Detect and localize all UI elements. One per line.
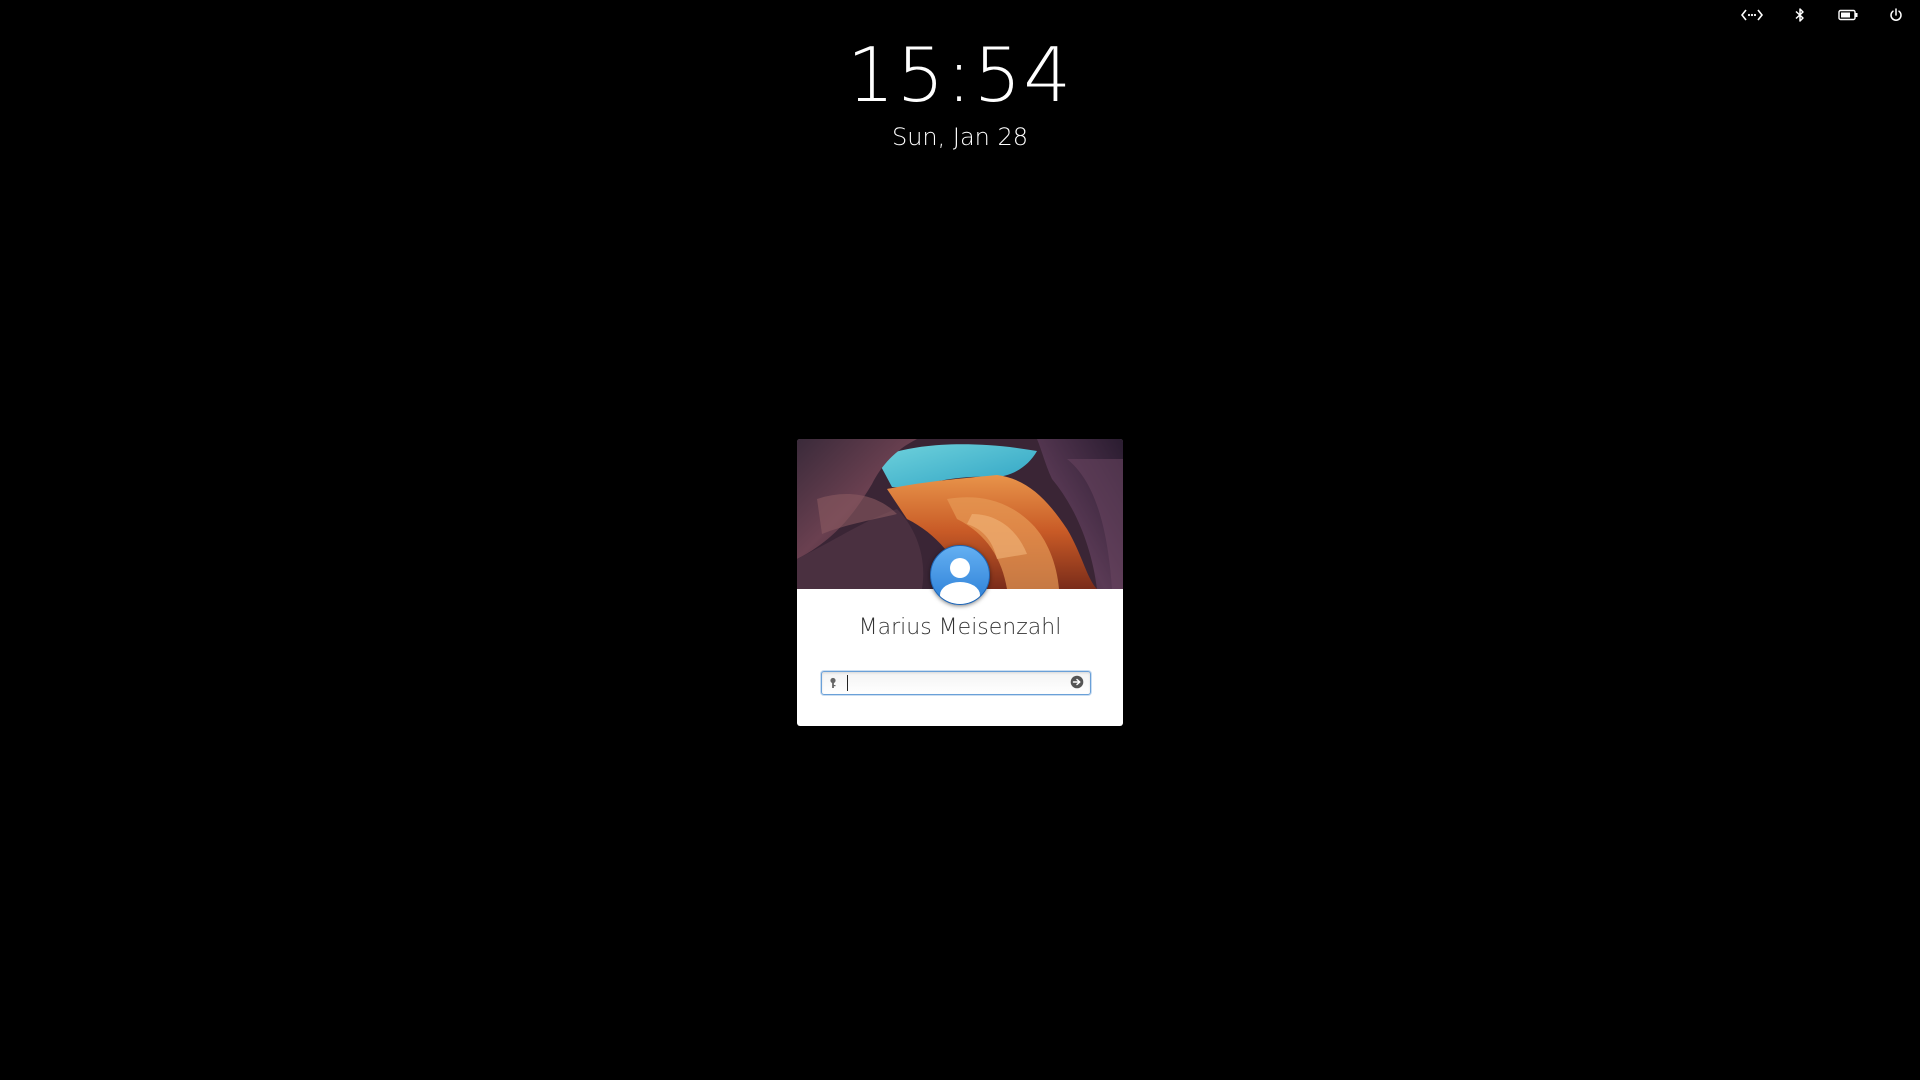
bluetooth-indicator[interactable] (1776, 0, 1824, 30)
lock-screen: 15:54 Sun, Jan 28 Marius Meisenzahl (0, 0, 1920, 1080)
clock-date: Sun, Jan 28 (891, 123, 1029, 151)
battery-indicator[interactable] (1824, 0, 1872, 30)
login-card: Marius Meisenzahl (797, 439, 1123, 726)
bluetooth-icon (1794, 7, 1806, 23)
network-indicator[interactable] (1728, 0, 1776, 30)
user-avatar-icon (930, 545, 990, 605)
go-arrow-icon (1070, 674, 1084, 693)
clock: 15:54 Sun, Jan 28 (0, 30, 1920, 152)
text-caret (847, 675, 848, 691)
key-icon (824, 672, 842, 694)
user-name: Marius Meisenzahl (858, 615, 1062, 640)
submit-button[interactable] (1066, 672, 1088, 694)
network-wired-icon (1741, 8, 1763, 22)
clock-time: 15:54 (846, 31, 1074, 119)
power-icon (1889, 8, 1903, 22)
password-input[interactable] (842, 673, 1066, 693)
password-field[interactable] (821, 671, 1091, 695)
battery-icon (1838, 9, 1858, 21)
power-indicator[interactable] (1872, 0, 1920, 30)
system-indicators (1728, 0, 1920, 30)
